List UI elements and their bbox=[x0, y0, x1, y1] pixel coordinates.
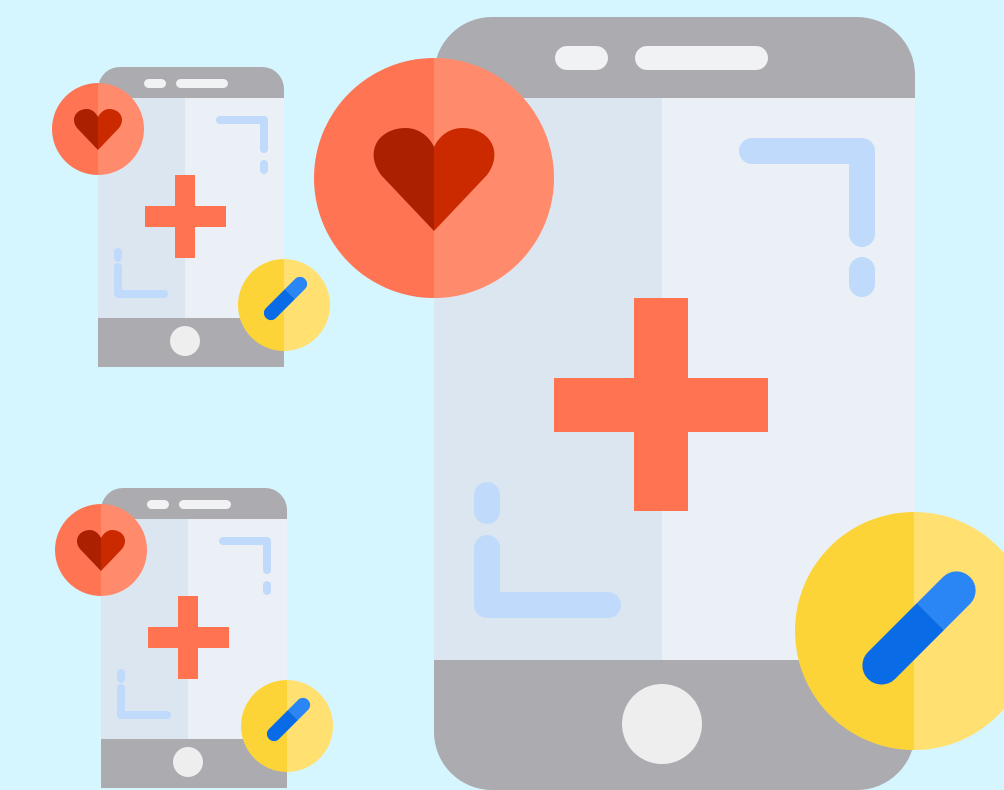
large-phone bbox=[314, 17, 1004, 790]
speaker-slot bbox=[635, 46, 768, 70]
speaker-slot bbox=[179, 500, 231, 509]
heart-icon bbox=[52, 83, 144, 175]
medical-cross-horizontal bbox=[554, 378, 768, 432]
heart-icon bbox=[314, 58, 554, 298]
home-button-circle bbox=[173, 747, 203, 777]
home-button-circle bbox=[622, 684, 702, 764]
small-phone-bottom bbox=[55, 488, 333, 788]
medical-cross-horizontal bbox=[148, 627, 229, 648]
medical-cross-horizontal bbox=[145, 206, 226, 227]
heart-icon bbox=[55, 504, 147, 596]
speaker-dot bbox=[144, 79, 166, 88]
illustration-canvas bbox=[0, 0, 1004, 790]
speaker-slot bbox=[176, 79, 228, 88]
speaker-dot bbox=[147, 500, 169, 509]
small-phone-top bbox=[52, 67, 330, 367]
home-button-circle bbox=[170, 326, 200, 356]
speaker-dot bbox=[555, 46, 608, 70]
